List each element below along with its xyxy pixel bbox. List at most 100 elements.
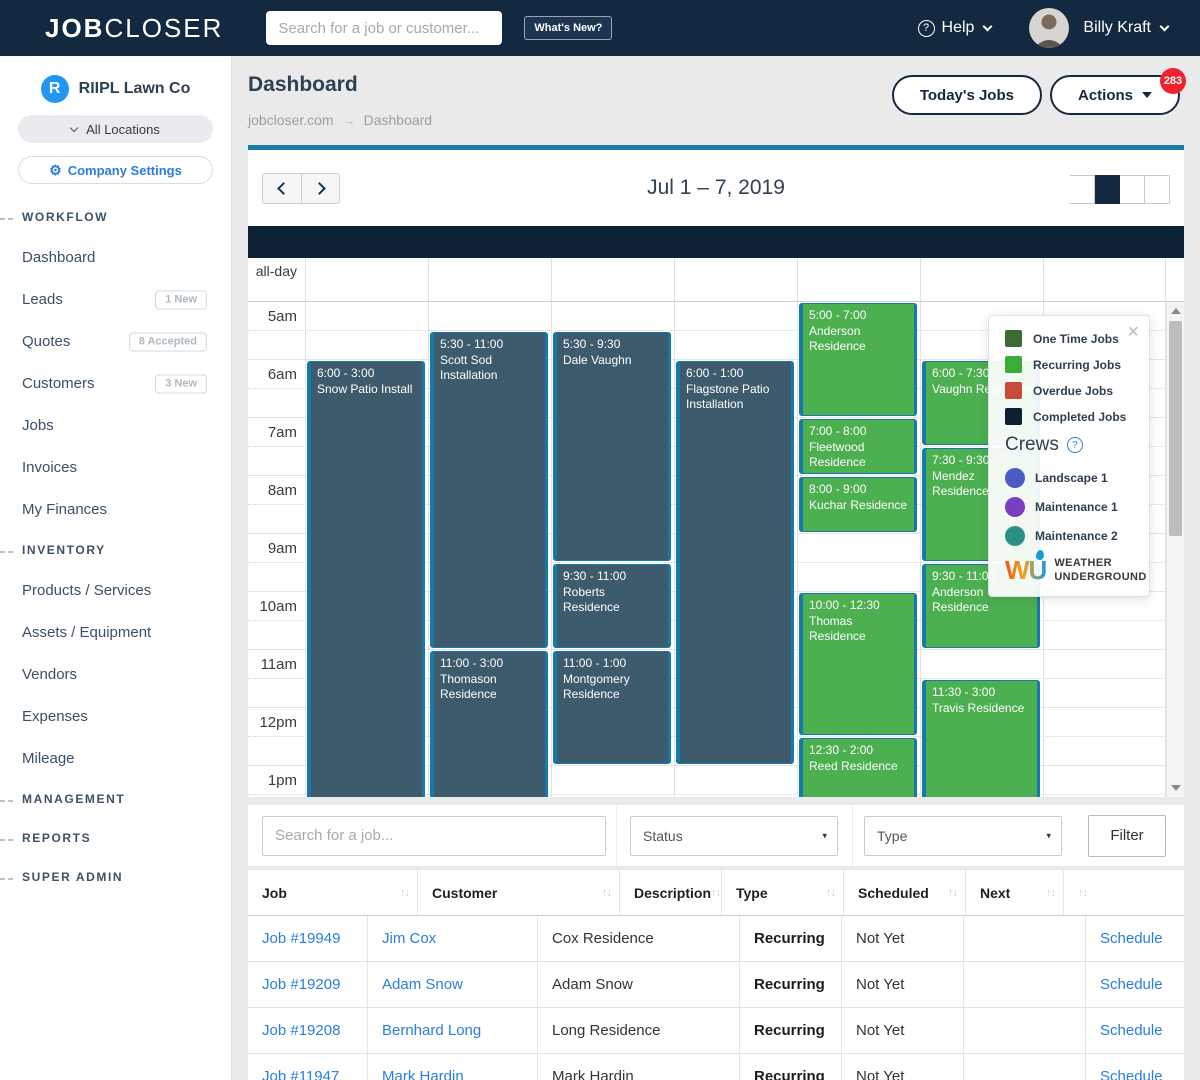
job-link[interactable]: Job #19209 [262, 976, 340, 993]
event-time: 10:00 - 12:30 [809, 598, 910, 614]
user-avatar[interactable] [1029, 8, 1069, 48]
help-menu[interactable]: Help [918, 19, 992, 37]
main-content: Dashboard jobcloser.comDashboard Today's… [232, 56, 1200, 1080]
breadcrumb-site[interactable]: jobcloser.com [248, 112, 334, 128]
calendar-event-snow-patio-install[interactable]: 6:00 - 3:00 Snow Patio Install [307, 361, 425, 797]
sort-icon[interactable] [1046, 887, 1055, 899]
event-title: Roberts Residence [563, 585, 664, 616]
calendar-event-dale-vaughn[interactable]: 5:30 - 9:30 Dale Vaughn [553, 332, 671, 561]
menu-label: Invoices [22, 459, 77, 476]
customer-link[interactable]: Bernhard Long [382, 1022, 481, 1039]
global-search-input[interactable] [266, 11, 502, 45]
calendar-event-reed-residence[interactable]: 12:30 - 2:00 Reed Residence [799, 738, 917, 797]
sidebar-item-dashboard[interactable]: Dashboard [0, 237, 231, 279]
time-label: 1pm [248, 766, 297, 795]
sort-icon[interactable] [1078, 887, 1087, 899]
sidebar-item-vendors[interactable]: Vendors [0, 654, 231, 696]
menu-label: MANAGEMENT [22, 792, 125, 806]
sidebar-item-leads[interactable]: Leads 1 New [0, 279, 231, 321]
table-header-cell[interactable]: Next [966, 870, 1064, 915]
view-button-today[interactable] [1145, 175, 1170, 204]
scroll-down-icon[interactable] [1171, 785, 1181, 791]
event-title: Thomas Residence [809, 614, 910, 645]
sort-icon[interactable] [948, 887, 957, 899]
event-time: 5:00 - 7:00 [809, 308, 910, 324]
table-header-cell[interactable]: Job [248, 870, 418, 915]
calendar-event-montgomery-residence[interactable]: 11:00 - 1:00 Montgomery Residence [553, 651, 671, 764]
customer-link[interactable]: Mark Hardin [382, 1068, 464, 1080]
calendar-scrollbar[interactable] [1166, 302, 1184, 797]
status-select[interactable]: Status [630, 816, 838, 856]
table-header-cell[interactable]: Description [620, 870, 722, 915]
actions-button[interactable]: Actions 283 [1050, 75, 1180, 115]
actions-count-badge: 283 [1160, 68, 1186, 94]
crews-help-icon[interactable] [1067, 437, 1083, 453]
time-label: 5am [248, 302, 297, 331]
todays-jobs-button[interactable]: Today's Jobs [892, 75, 1042, 115]
locations-dropdown[interactable]: All Locations [18, 115, 213, 143]
calendar-event-scott-sod-installation[interactable]: 5:30 - 11:00 Scott Sod Installation [430, 332, 548, 648]
calendar-event-thomas-residence[interactable]: 10:00 - 12:30 Thomas Residence [799, 593, 917, 735]
schedule-link[interactable]: Schedule [1100, 930, 1163, 947]
calendar-event-anderson-residence[interactable]: 5:00 - 7:00 Anderson Residence [799, 303, 917, 416]
locations-label: All Locations [86, 122, 160, 137]
table-header-cell[interactable]: Customer [418, 870, 620, 915]
company-settings-button[interactable]: ⚙ Company Settings [18, 156, 213, 184]
sidebar: R RIIPL Lawn Co All Locations ⚙ Company … [0, 56, 232, 1080]
sidebar-item-mileage[interactable]: Mileage [0, 738, 231, 780]
calendar-event-kuchar-residence[interactable]: 8:00 - 9:00 Kuchar Residence [799, 477, 917, 532]
page-header: Dashboard jobcloser.comDashboard Today's… [232, 56, 1200, 145]
sidebar-item-my-finances[interactable]: My Finances [0, 489, 231, 531]
job-search-input[interactable] [262, 816, 606, 856]
sidebar-item-assets-equipment[interactable]: Assets / Equipment [0, 612, 231, 654]
calendar-event-thomason-residence[interactable]: 11:00 - 3:00 Thomason Residence [430, 651, 548, 797]
type-select[interactable]: Type [864, 816, 1062, 856]
filter-button[interactable]: Filter [1088, 815, 1166, 857]
sidebar-item-products-services[interactable]: Products / Services [0, 570, 231, 612]
whats-new-button[interactable]: What's New? [524, 16, 612, 40]
app-logo[interactable]: JOBCLOSER [45, 13, 223, 44]
scroll-up-icon[interactable] [1171, 308, 1181, 314]
view-button-month[interactable] [1070, 175, 1095, 204]
sort-icon[interactable] [826, 887, 835, 899]
view-button-week[interactable] [1095, 175, 1120, 204]
schedule-link[interactable]: Schedule [1100, 1068, 1163, 1080]
job-link[interactable]: Job #19208 [262, 1022, 340, 1039]
legend-popup: One Time Jobs Recurring Jobs Overdue Job… [988, 315, 1150, 597]
job-link[interactable]: Job #11947 [262, 1068, 339, 1080]
table-header-cell[interactable]: Type [722, 870, 844, 915]
scrollbar-thumb[interactable] [1169, 321, 1182, 536]
crew-label: Maintenance 1 [1035, 500, 1118, 514]
schedule-link[interactable]: Schedule [1100, 1022, 1163, 1039]
sidebar-item-quotes[interactable]: Quotes 8 Accepted [0, 321, 231, 363]
calendar-event-fleetwood-residence[interactable]: 7:00 - 8:00 Fleetwood Residence [799, 419, 917, 474]
sort-icon[interactable] [711, 887, 720, 899]
calendar-event-travis-residence[interactable]: 11:30 - 3:00 Travis Residence [922, 680, 1040, 797]
view-button-day[interactable] [1120, 175, 1145, 204]
event-title: Dale Vaughn [563, 353, 664, 369]
calendar-event-flagstone-patio-installation[interactable]: 6:00 - 1:00 Flagstone Patio Installation [676, 361, 794, 764]
legend-item: One Time Jobs [1005, 330, 1139, 347]
user-menu[interactable]: Billy Kraft [1083, 19, 1168, 37]
customer-link[interactable]: Adam Snow [382, 976, 463, 993]
menu-label: REPORTS [22, 831, 91, 845]
sidebar-item-customers[interactable]: Customers 3 New [0, 363, 231, 405]
close-icon[interactable] [1127, 322, 1139, 342]
sidebar-item-expenses[interactable]: Expenses [0, 696, 231, 738]
menu-badge: 8 Accepted [129, 333, 207, 352]
job-link[interactable]: Job #19949 [262, 930, 340, 947]
time-label: 9am [248, 534, 297, 563]
status-select-value: Status [643, 828, 683, 844]
table-row: Job #11947 Mark Hardin Mark Hardin Recur… [248, 1054, 1184, 1080]
sort-icon[interactable] [602, 887, 611, 899]
sidebar-item-jobs[interactable]: Jobs [0, 405, 231, 447]
sort-icon[interactable] [400, 887, 409, 899]
day-header-sun-7-7 [1043, 226, 1166, 258]
customer-link[interactable]: Jim Cox [382, 930, 436, 947]
table-header-cell[interactable] [1064, 870, 1095, 915]
schedule-link[interactable]: Schedule [1100, 976, 1163, 993]
sidebar-item-invoices[interactable]: Invoices [0, 447, 231, 489]
calendar-title: Jul 1 – 7, 2019 [248, 176, 1184, 200]
table-header-cell[interactable]: Scheduled [844, 870, 966, 915]
calendar-event-roberts-residence[interactable]: 9:30 - 11:00 Roberts Residence [553, 564, 671, 648]
